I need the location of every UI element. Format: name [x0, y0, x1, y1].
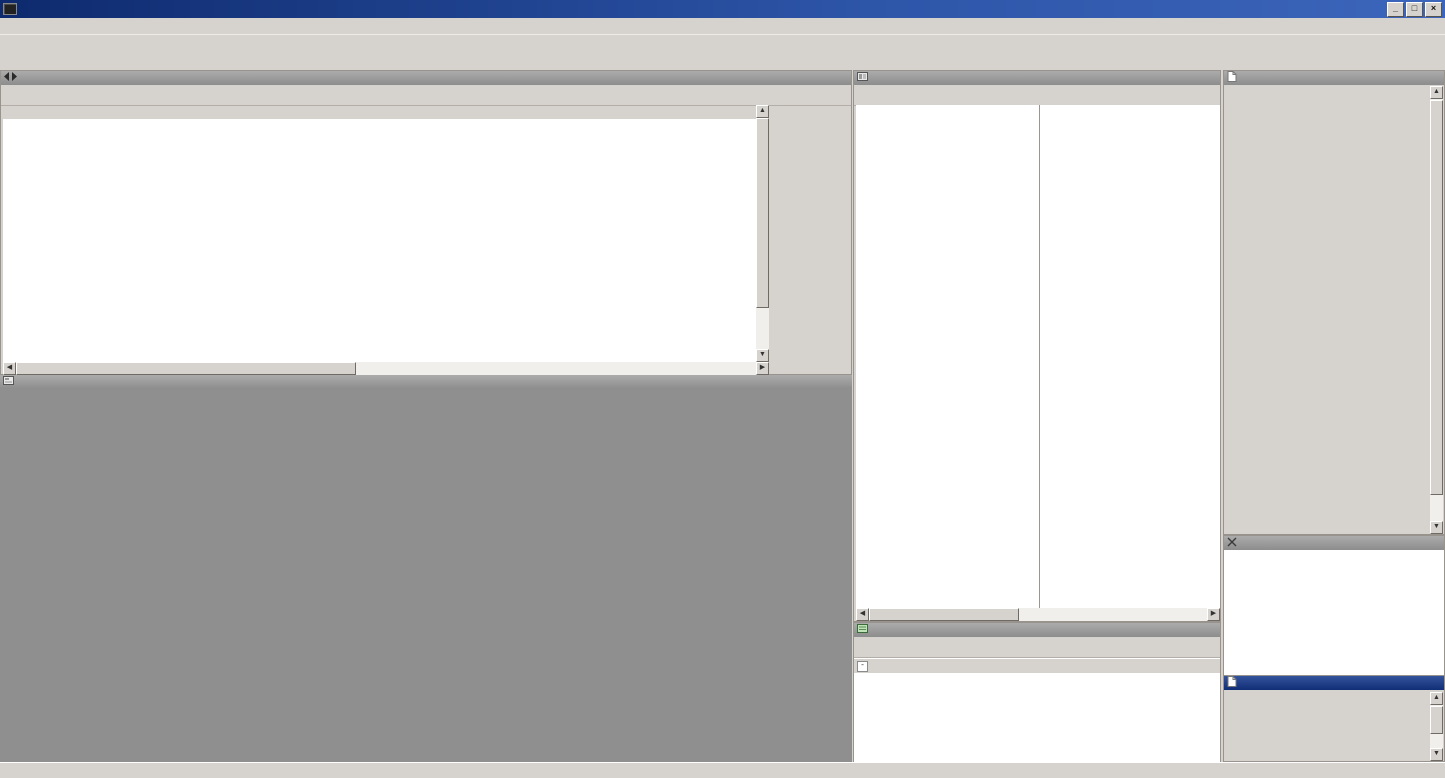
- canbus-rows: [854, 673, 1220, 765]
- project-tree-vscrollbar[interactable]: ▲ ▼: [756, 105, 769, 362]
- dashboard-screen: [120, 390, 740, 758]
- project-tree-toolbar: [1, 85, 851, 106]
- scroll-up-icon[interactable]: ▲: [1430, 692, 1443, 705]
- app-window: _ □ × ▲ ▼ ◀ ▶: [0, 0, 1445, 778]
- page-editor-hscrollbar[interactable]: ◀ ▶: [856, 608, 1220, 621]
- project-tree-panel: ▲ ▼ ◀ ▶: [0, 70, 852, 375]
- panel-collapse-icon[interactable]: [4, 72, 17, 84]
- dashboard-preview-header: [0, 375, 852, 389]
- ecu-header: [1224, 71, 1444, 85]
- tab-strip: [0, 56, 1445, 70]
- variables-inspector-panel: [1223, 535, 1445, 675]
- title-bar: _ □ ×: [0, 0, 1445, 18]
- collapse-icon[interactable]: -: [857, 661, 868, 672]
- variables-inspector-header: [1224, 536, 1444, 550]
- panel-icon: [857, 71, 868, 85]
- scroll-down-icon[interactable]: ▼: [1430, 521, 1443, 534]
- page-editor-properties: [1040, 105, 1220, 609]
- scroll-right-icon[interactable]: ▶: [1207, 608, 1220, 621]
- scroll-down-icon[interactable]: ▼: [1430, 748, 1443, 761]
- variables-grid: [1224, 550, 1444, 675]
- canbus-section-header: -: [854, 658, 1220, 673]
- app-icon: [3, 3, 17, 15]
- ecu-panel: ▲ ▼: [1223, 70, 1445, 535]
- panel-icon: [1227, 537, 1237, 550]
- scroll-right-icon[interactable]: ▶: [756, 362, 769, 375]
- canbus-toolbar: [854, 637, 1220, 658]
- adu-vscrollbar[interactable]: ▲ ▼: [1430, 692, 1443, 761]
- main-toolbar: [0, 34, 1445, 56]
- page-editor-toolbar: [854, 85, 1220, 106]
- panel-icon: [1227, 676, 1237, 690]
- status-bar: [0, 762, 1445, 778]
- scrollbar-thumb[interactable]: [756, 118, 769, 308]
- canbus-header: [854, 623, 1220, 637]
- scrollbar-thumb[interactable]: [869, 608, 1019, 621]
- dashboard-preview-panel: [0, 375, 852, 762]
- menu-bar: [0, 18, 1445, 34]
- scroll-up-icon[interactable]: ▲: [756, 105, 769, 118]
- panel-icon: [857, 623, 868, 637]
- dashboard-preview-body: [0, 389, 852, 762]
- page-editor-header: [854, 71, 1220, 85]
- maximize-button[interactable]: □: [1406, 2, 1423, 17]
- page-editor-panel: ◀ ▶: [853, 70, 1221, 622]
- minimize-button[interactable]: _: [1387, 2, 1404, 17]
- scrollbar-thumb[interactable]: [1430, 706, 1443, 734]
- ecu-vscrollbar[interactable]: ▲ ▼: [1430, 86, 1443, 534]
- scroll-left-icon[interactable]: ◀: [3, 362, 16, 375]
- panel-icon: [1227, 71, 1237, 85]
- adu-panel: ▲ ▼: [1223, 675, 1445, 762]
- scroll-up-icon[interactable]: ▲: [1430, 86, 1443, 99]
- scroll-down-icon[interactable]: ▼: [756, 349, 769, 362]
- canbus-panel: -: [853, 622, 1221, 762]
- adu-header: [1224, 676, 1444, 690]
- close-button[interactable]: ×: [1425, 2, 1442, 17]
- scroll-left-icon[interactable]: ◀: [856, 608, 869, 621]
- project-tree-hscrollbar[interactable]: ◀ ▶: [3, 362, 769, 375]
- scrollbar-thumb[interactable]: [1430, 100, 1443, 495]
- project-tree-header: [1, 71, 851, 85]
- project-tree-rows: [3, 119, 756, 362]
- page-editor-tree: [856, 105, 1040, 609]
- scrollbar-thumb[interactable]: [16, 362, 356, 375]
- panel-icon: [3, 375, 14, 389]
